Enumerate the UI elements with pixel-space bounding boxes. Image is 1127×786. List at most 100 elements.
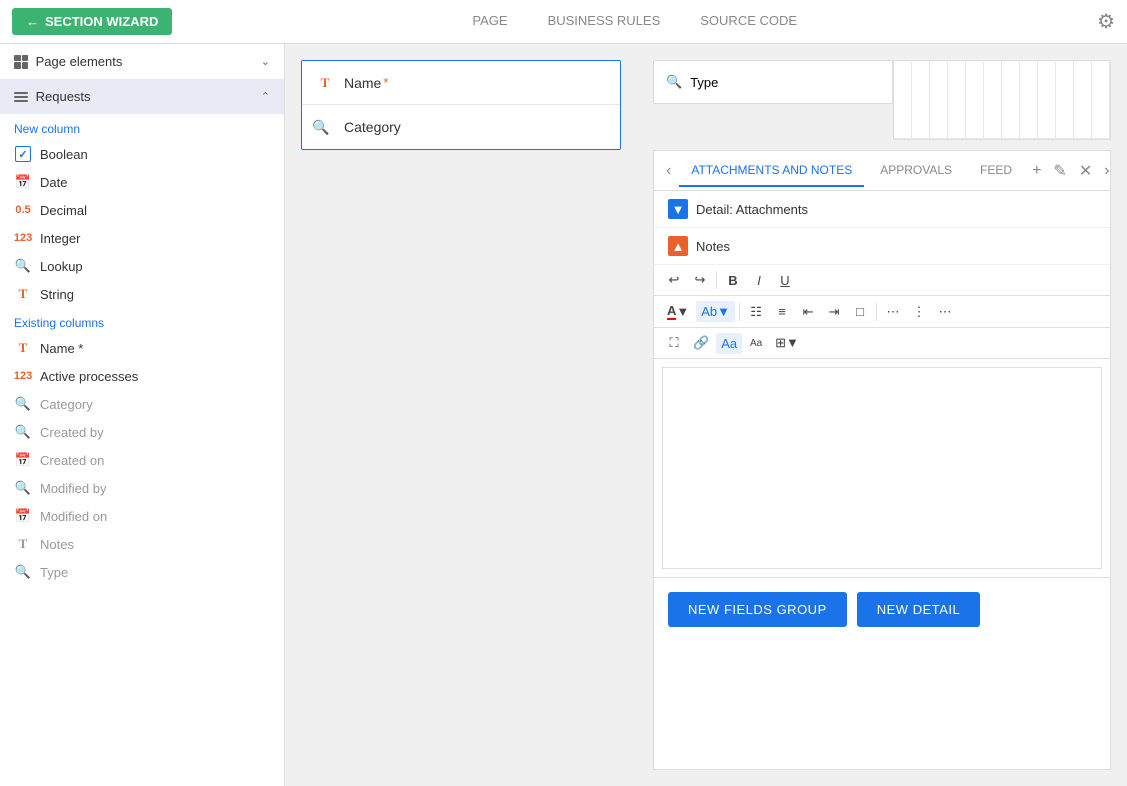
sidebar-page-elements-header[interactable]: Page elements ⌄ (0, 44, 284, 79)
sidebar-item-modified-by[interactable]: 🔍 Modified by (0, 474, 284, 502)
tab-source-code[interactable]: SOURCE CODE (680, 1, 817, 42)
att-next-button[interactable]: › (1100, 158, 1113, 184)
grid-cell (1056, 61, 1074, 139)
name-icon: T (19, 340, 28, 356)
tab-attachments-notes[interactable]: ATTACHMENTS AND NOTES (679, 155, 864, 187)
sidebar-item-created-by[interactable]: 🔍 Created by (0, 418, 284, 446)
redo-button[interactable]: ↪ (688, 269, 712, 291)
sidebar-item-boolean[interactable]: ✓ Boolean (0, 140, 284, 168)
rich-text-toolbar-row1: ↩ ↪ B I U (654, 265, 1110, 296)
tab-page[interactable]: PAGE (452, 1, 527, 42)
align-left-button[interactable]: ⋯ (881, 301, 905, 323)
att-edit-button[interactable]: ✎ (1049, 157, 1070, 185)
type-search-icon: 🔍 (666, 74, 682, 90)
font-size-b-button[interactable]: Aa (744, 335, 768, 352)
ordered-list-button[interactable]: ☷ (744, 301, 768, 323)
font-color-button[interactable]: A▼ (662, 300, 694, 323)
integer-icon: 123 (14, 232, 32, 244)
sidebar-item-type[interactable]: 🔍 Type (0, 558, 284, 586)
right-panel: 🔍 Type ‹ ATTACH (637, 44, 1127, 786)
font-size-a-button[interactable]: Aa (716, 333, 742, 354)
rich-text-toolbar-row3: ⛶ 🔗 Aa Aa ⊞▼ (654, 328, 1110, 359)
modified-on-icon: 📅 (15, 508, 31, 524)
grid-placeholder (893, 60, 1111, 140)
center-panel: T Name * 🔍 Category (285, 44, 637, 786)
align-right-button[interactable]: ⋯ (933, 301, 957, 323)
unordered-list-button[interactable]: ≡ (770, 301, 794, 322)
underline-button[interactable]: U (773, 270, 797, 291)
expand-button[interactable]: □ (848, 301, 872, 322)
italic-button[interactable]: I (747, 270, 771, 291)
link-button[interactable]: 🔗 (688, 332, 714, 354)
font-bg-button[interactable]: Ab▼ (696, 301, 735, 322)
sidebar: Page elements ⌄ Requests ⌃ New column ✓ … (0, 44, 285, 786)
att-close-button[interactable]: ✕ (1075, 157, 1096, 185)
grid-cell (1002, 61, 1020, 139)
name-field-row[interactable]: T Name * (302, 61, 620, 105)
detail-attachments-row[interactable]: ▼ Detail: Attachments (654, 191, 1110, 228)
grid-cell (1074, 61, 1092, 139)
lookup-label: Lookup (40, 259, 83, 274)
category-label: Category (40, 397, 93, 412)
created-on-label: Created on (40, 453, 104, 468)
date-icon: 📅 (15, 174, 31, 190)
tab-approvals[interactable]: APPROVALS (868, 155, 964, 187)
string-icon: T (19, 286, 28, 302)
toolbar-separator (876, 303, 877, 321)
section-wizard-button[interactable]: ← SECTION WIZARD (12, 8, 172, 35)
new-detail-button[interactable]: NEW DETAIL (857, 592, 981, 627)
name-field-icon: T (321, 75, 330, 91)
name-field-label: Name (344, 75, 381, 91)
boolean-label: Boolean (40, 147, 88, 162)
modified-on-label: Modified on (40, 509, 107, 524)
rich-text-editor[interactable] (663, 368, 1101, 568)
created-by-icon: 🔍 (15, 424, 31, 440)
sidebar-item-lookup[interactable]: 🔍 Lookup (0, 252, 284, 280)
indent-dec-button[interactable]: ⇤ (796, 301, 820, 323)
grid-cell (894, 61, 912, 139)
bold-button[interactable]: B (721, 270, 745, 291)
grid-cell (1038, 61, 1056, 139)
toolbar-separator (739, 303, 740, 321)
attachments-collapse-icon: ▼ (668, 199, 688, 219)
grid-cell (930, 61, 948, 139)
att-add-button[interactable]: + (1028, 157, 1045, 185)
date-label: Date (40, 175, 67, 190)
notes-row-label: Notes (696, 239, 730, 254)
att-prev-button[interactable]: ‹ (662, 158, 675, 184)
sidebar-item-integer[interactable]: 123 Integer (0, 224, 284, 252)
chevron-down-icon: ⌄ (261, 55, 270, 68)
sidebar-item-category[interactable]: 🔍 Category (0, 390, 284, 418)
grid-cell (1020, 61, 1038, 139)
sidebar-item-name[interactable]: T Name * (0, 334, 284, 362)
align-center-button[interactable]: ⋮ (907, 301, 931, 323)
sidebar-item-date[interactable]: 📅 Date (0, 168, 284, 196)
grid-cell (948, 61, 966, 139)
name-label: Name * (40, 341, 83, 356)
category-field-row[interactable]: 🔍 Category (302, 105, 620, 149)
name-required-star: * (383, 75, 388, 90)
image-button[interactable]: ⛶ (662, 332, 686, 354)
decimal-icon: 0.5 (15, 204, 30, 216)
sidebar-item-active-processes[interactable]: 123 Active processes (0, 362, 284, 390)
tab-business-rules[interactable]: BUSINESS RULES (528, 1, 681, 42)
settings-icon[interactable]: ⚙ (1097, 9, 1115, 34)
notes-label: Notes (40, 537, 74, 552)
notes-row[interactable]: ▲ Notes (654, 228, 1110, 265)
sidebar-item-string[interactable]: T String (0, 280, 284, 308)
grid-cell (984, 61, 1002, 139)
sidebar-item-notes[interactable]: T Notes (0, 530, 284, 558)
sidebar-item-modified-on[interactable]: 📅 Modified on (0, 502, 284, 530)
arrow-left-icon: ← (26, 14, 39, 29)
tab-feed[interactable]: FEED (968, 155, 1024, 187)
sidebar-item-decimal[interactable]: 0.5 Decimal (0, 196, 284, 224)
indent-inc-button[interactable]: ⇥ (822, 301, 846, 323)
table-button[interactable]: ⊞▼ (770, 332, 804, 354)
active-processes-label: Active processes (40, 369, 138, 384)
undo-button[interactable]: ↩ (662, 269, 686, 291)
type-field-card[interactable]: 🔍 Type (653, 60, 893, 104)
new-fields-group-button[interactable]: NEW FIELDS GROUP (668, 592, 847, 627)
sidebar-requests-header[interactable]: Requests ⌃ (0, 79, 284, 114)
sidebar-item-created-on[interactable]: 📅 Created on (0, 446, 284, 474)
string-label: String (40, 287, 74, 302)
